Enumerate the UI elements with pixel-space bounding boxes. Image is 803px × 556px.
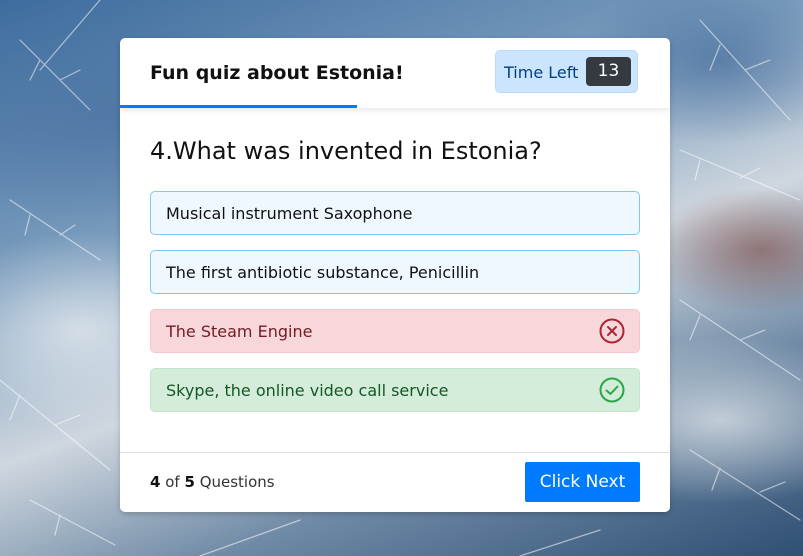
title-underline — [120, 105, 357, 108]
option-label: Skype, the online video call service — [166, 381, 449, 400]
option-saxophone[interactable]: Musical instrument Saxophone — [150, 191, 640, 235]
timer-box: Time Left 13 — [495, 50, 638, 93]
quiz-card: Fun quiz about Estonia! Time Left 13 4.W… — [120, 38, 670, 512]
option-label: The Steam Engine — [166, 322, 313, 341]
option-skype[interactable]: Skype, the online video call service — [150, 368, 640, 412]
progress-of-word: of — [165, 473, 180, 491]
quiz-title: Fun quiz about Estonia! — [150, 62, 404, 84]
question-text: 4.What was invented in Estonia? — [150, 137, 542, 165]
timer-label: Time Left — [504, 63, 579, 82]
option-label: Musical instrument Saxophone — [166, 204, 413, 223]
quiz-footer: 4 of 5 Questions Click Next — [120, 452, 670, 512]
next-button[interactable]: Click Next — [525, 462, 640, 502]
question-progress: 4 of 5 Questions — [150, 473, 275, 491]
progress-questions-word: Questions — [199, 473, 275, 491]
check-circle-icon — [599, 377, 625, 403]
timer-value: 13 — [586, 57, 631, 86]
cross-circle-icon — [599, 318, 625, 344]
option-penicillin[interactable]: The first antibiotic substance, Penicill… — [150, 250, 640, 294]
option-steam-engine[interactable]: The Steam Engine — [150, 309, 640, 353]
current-question-number: 4 — [150, 473, 161, 491]
quiz-header: Fun quiz about Estonia! Time Left 13 — [120, 38, 670, 108]
total-questions-number: 5 — [184, 473, 195, 491]
option-label: The first antibiotic substance, Penicill… — [166, 263, 480, 282]
